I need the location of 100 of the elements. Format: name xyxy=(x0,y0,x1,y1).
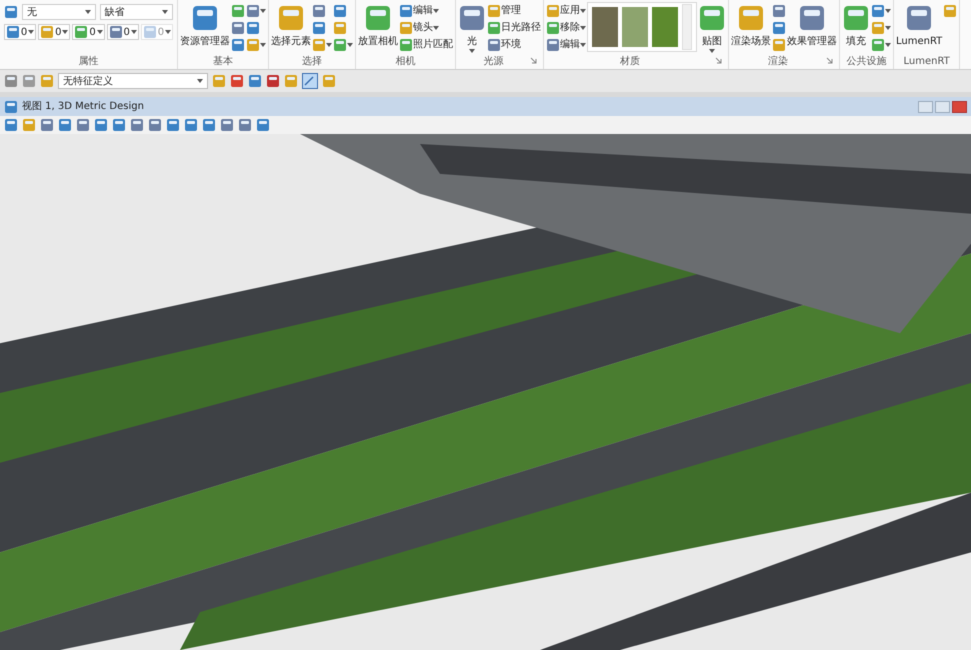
ribbon-button[interactable]: 镜头 xyxy=(399,19,453,36)
caret-icon xyxy=(260,8,266,12)
ribbon-large-button[interactable]: LumenRT xyxy=(896,2,942,56)
ribbon-large-button[interactable]: 贴图 xyxy=(698,2,726,56)
dropdown-field[interactable]: 0 xyxy=(38,24,70,40)
caret-icon xyxy=(469,48,475,52)
group-label: 公共设施 xyxy=(846,54,886,68)
launcher-icon[interactable] xyxy=(826,57,833,64)
ribbon-button[interactable]: 应用 xyxy=(546,2,586,19)
ribbon-button[interactable] xyxy=(246,2,266,19)
ribbon-button[interactable]: 移除 xyxy=(546,19,586,36)
tool-icon xyxy=(230,74,244,88)
tool-icon xyxy=(772,4,786,18)
tool-icon xyxy=(333,20,347,34)
ribbon-button[interactable] xyxy=(246,36,266,53)
caret-icon xyxy=(347,42,353,46)
dropdown-field[interactable]: 缺省 xyxy=(100,4,173,20)
ribbon-large-button[interactable]: 效果管理器 xyxy=(787,2,837,56)
ribbon-button[interactable] xyxy=(312,36,332,53)
tool-icon xyxy=(277,4,305,32)
gallery-scrollbar[interactable] xyxy=(682,4,692,50)
caret-icon xyxy=(885,26,891,30)
ribbon-button[interactable] xyxy=(871,36,891,53)
dropdown-field[interactable]: 0 xyxy=(72,24,105,40)
tool-icon xyxy=(212,74,226,88)
feature-dropdown[interactable]: 无特征定义 xyxy=(58,73,208,89)
tool-icon xyxy=(798,4,826,32)
ribbon-large-button[interactable]: 渲染场景 xyxy=(731,2,771,56)
tool-icon xyxy=(74,25,88,39)
tool-icon xyxy=(248,74,262,88)
ribbon-button[interactable]: 照片匹配 xyxy=(399,36,453,53)
caret-icon xyxy=(84,10,90,14)
ribbon-button[interactable] xyxy=(772,19,786,36)
tool-icon xyxy=(40,25,54,39)
tool-icon xyxy=(312,20,326,34)
caret-icon xyxy=(580,8,586,12)
tool-icon xyxy=(191,4,219,32)
launcher-icon[interactable] xyxy=(530,57,537,64)
tool-icon xyxy=(333,38,347,52)
tool-icon xyxy=(142,25,157,39)
material-swatch[interactable] xyxy=(652,7,678,47)
ribbon-large-button[interactable]: 填充 xyxy=(842,2,870,56)
tool-icon xyxy=(333,4,347,18)
caret-icon xyxy=(197,79,203,83)
caret-icon xyxy=(709,48,715,52)
caret-icon xyxy=(162,10,168,14)
tool-icon xyxy=(871,38,885,52)
group-label: 渲染 xyxy=(768,54,789,68)
caret-icon xyxy=(130,30,137,34)
view-title: 视图 1, 3D Metric Design xyxy=(22,100,144,114)
tool-icon xyxy=(737,4,765,32)
dropdown-field[interactable]: 无 xyxy=(22,4,96,20)
tool-icon xyxy=(312,38,326,52)
group-label: 选择 xyxy=(302,54,322,68)
caret-icon xyxy=(885,8,891,12)
ribbon-button[interactable]: 编辑 xyxy=(399,2,453,19)
material-swatch[interactable] xyxy=(622,7,648,47)
caret-icon xyxy=(260,42,266,46)
tool-icon xyxy=(399,38,413,52)
ribbon-large-button[interactable]: 资源管理器 xyxy=(180,2,230,56)
ribbon-button[interactable] xyxy=(871,2,891,19)
ribbon-button[interactable]: 编辑 xyxy=(546,36,586,53)
caret-icon xyxy=(326,42,332,46)
ribbon-button[interactable]: 管理 xyxy=(487,2,541,19)
tool-icon xyxy=(546,38,560,52)
tool-icon xyxy=(364,4,392,32)
material-swatch[interactable] xyxy=(592,7,618,47)
close-button[interactable] xyxy=(952,100,967,112)
group-label: 材质 xyxy=(620,54,641,68)
dropdown-field[interactable]: 0 xyxy=(4,24,36,40)
layer-icon xyxy=(4,5,18,19)
caret-icon xyxy=(28,30,34,34)
tool-icon xyxy=(399,4,413,18)
ribbon-large-button[interactable]: 选择元素 xyxy=(271,2,311,56)
group-label: 相机 xyxy=(396,54,416,68)
caret-icon xyxy=(62,30,68,34)
ribbon-large-button[interactable]: 光 xyxy=(458,2,486,56)
caret-icon xyxy=(885,42,891,46)
tool-icon xyxy=(231,20,245,34)
ribbon-button[interactable] xyxy=(772,2,786,19)
tool-icon xyxy=(246,38,260,52)
tool-icon xyxy=(312,4,326,18)
caret-icon xyxy=(96,30,103,34)
ribbon-button[interactable] xyxy=(231,19,245,36)
ribbon-button[interactable] xyxy=(871,19,891,36)
tool-icon xyxy=(698,4,726,32)
tool-icon xyxy=(6,25,20,39)
tool-icon xyxy=(546,4,560,18)
dropdown-field[interactable]: 0 xyxy=(106,24,139,40)
ribbon-button[interactable] xyxy=(231,36,245,53)
group-label: 基本 xyxy=(213,54,233,68)
tool-icon xyxy=(772,20,786,34)
ribbon-button[interactable] xyxy=(333,36,353,53)
caret-icon xyxy=(165,30,171,34)
launcher-icon[interactable] xyxy=(715,57,722,64)
snap-toggle[interactable] xyxy=(302,73,318,89)
ribbon-large-button[interactable]: 放置相机 xyxy=(358,2,398,56)
ribbon-button[interactable]: 环境 xyxy=(487,36,541,53)
lock-icon xyxy=(322,74,336,88)
ribbon-button[interactable]: 日光路径 xyxy=(487,19,541,36)
